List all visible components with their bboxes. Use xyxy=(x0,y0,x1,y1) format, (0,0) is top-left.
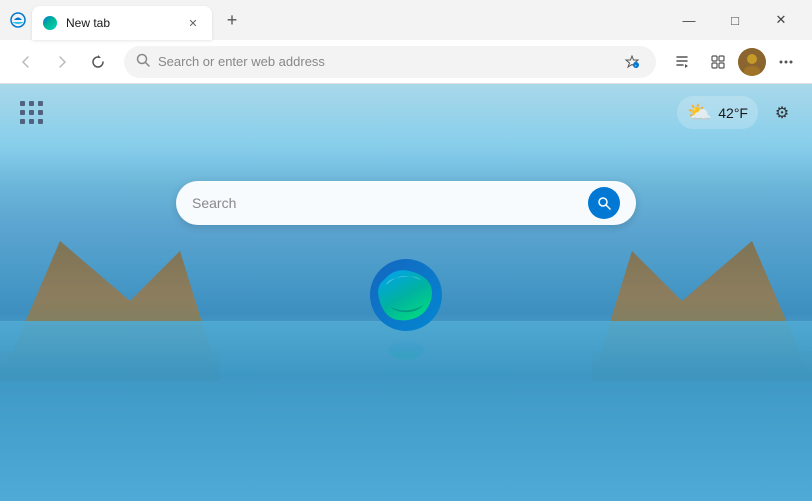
reading-list-button[interactable] xyxy=(666,46,698,78)
settings-button[interactable]: ⚙ xyxy=(768,99,796,127)
tab-close-button[interactable]: ✕ xyxy=(184,14,202,32)
address-bar[interactable]: Search or enter web address + xyxy=(124,46,656,78)
address-bar-icons: + xyxy=(620,50,644,74)
search-placeholder: Search xyxy=(192,195,578,211)
content-overlay: ⛅ 42°F ⚙ Search xyxy=(0,84,812,501)
title-bar-left xyxy=(8,10,28,30)
new-tab-button[interactable]: + xyxy=(218,6,246,34)
minimize-button[interactable]: — xyxy=(666,4,712,36)
content-top-bar: ⛅ 42°F ⚙ xyxy=(0,84,812,141)
tab-strip: New tab ✕ + xyxy=(28,0,666,40)
search-section: Search xyxy=(0,181,812,225)
favorites-star-icon[interactable]: + xyxy=(620,50,644,74)
weather-temperature: 42°F xyxy=(718,105,748,121)
back-button[interactable] xyxy=(10,46,42,78)
window-controls: — □ ✕ xyxy=(666,4,804,36)
profile-avatar[interactable] xyxy=(738,48,766,76)
toolbar: Search or enter web address + xyxy=(0,40,812,84)
grid-dots xyxy=(20,101,44,125)
tab-favicon xyxy=(42,15,58,31)
active-tab[interactable]: New tab ✕ xyxy=(32,6,212,40)
close-button[interactable]: ✕ xyxy=(758,4,804,36)
maximize-button[interactable]: □ xyxy=(712,4,758,36)
weather-settings-group: ⛅ 42°F ⚙ xyxy=(677,96,796,129)
weather-widget[interactable]: ⛅ 42°F xyxy=(677,96,758,129)
edge-logo-reflection xyxy=(366,340,446,360)
address-search-icon xyxy=(136,53,150,70)
search-box[interactable]: Search xyxy=(176,181,636,225)
apps-grid-button[interactable] xyxy=(16,97,48,129)
forward-button[interactable] xyxy=(46,46,78,78)
browser-icon xyxy=(8,10,28,30)
more-button[interactable] xyxy=(770,46,802,78)
weather-icon: ⛅ xyxy=(687,100,712,125)
title-bar: New tab ✕ + — □ ✕ xyxy=(0,0,812,40)
search-submit-button[interactable] xyxy=(588,187,620,219)
tab-title: New tab xyxy=(66,16,176,30)
refresh-button[interactable] xyxy=(82,46,114,78)
content-area: ⛅ 42°F ⚙ Search xyxy=(0,84,812,501)
edge-logo xyxy=(366,255,446,335)
edge-logo-container xyxy=(366,255,446,370)
address-placeholder: Search or enter web address xyxy=(158,54,612,69)
collections-button[interactable] xyxy=(702,46,734,78)
